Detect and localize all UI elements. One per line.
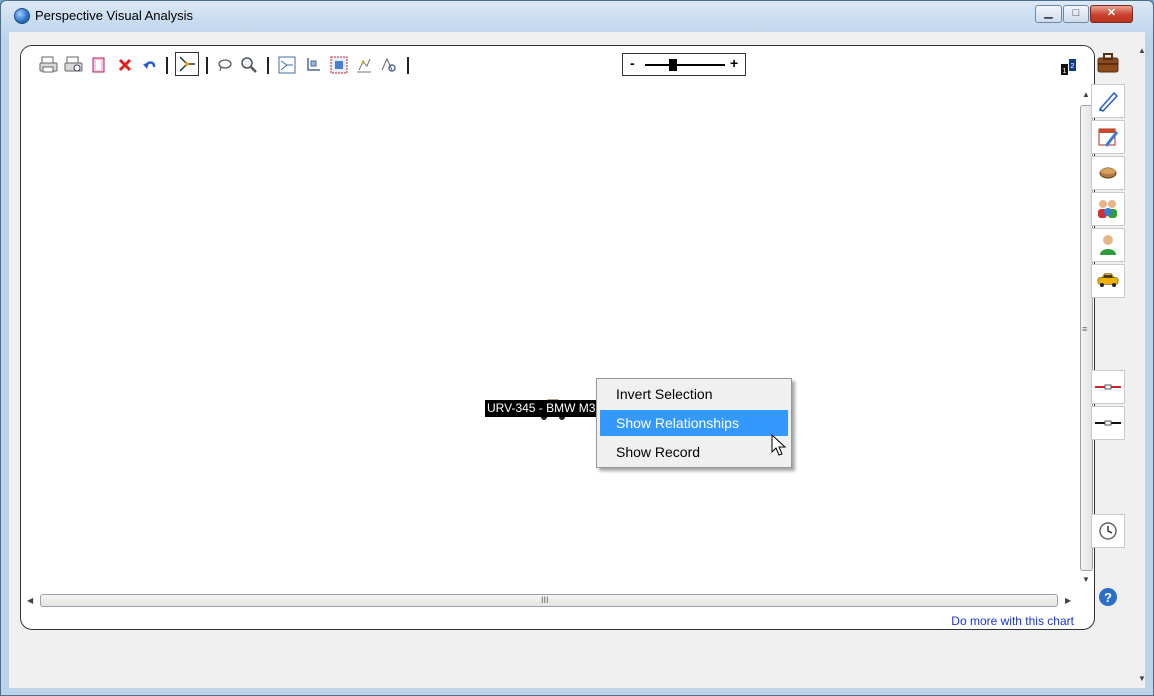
scroll-left-arrow[interactable]: ◀ — [27, 596, 33, 605]
person-icon[interactable] — [1091, 228, 1125, 262]
zoom-track — [645, 64, 725, 66]
zoom-thumb[interactable] — [669, 59, 677, 71]
mouse-cursor-icon — [771, 433, 791, 458]
toolbar-separator — [166, 57, 168, 74]
toolbar-separator — [407, 57, 409, 74]
globe-icon — [14, 8, 30, 24]
svg-text:2: 2 — [1071, 63, 1075, 70]
window-title: Perspective Visual Analysis — [35, 8, 194, 23]
horizontal-scroll-thumb[interactable] — [40, 594, 1058, 607]
vertical-grip: ≡ — [1082, 324, 1088, 334]
do-more-link[interactable]: Do more with this chart — [951, 614, 1074, 628]
briefcase-icon[interactable] — [1091, 46, 1125, 80]
object-icon[interactable] — [1091, 156, 1125, 190]
title-bar[interactable]: Perspective Visual Analysis ▁ □ ✕ — [1, 1, 1153, 31]
print-icon[interactable] — [39, 55, 59, 75]
svg-text:?: ? — [1104, 590, 1112, 605]
close-button[interactable]: ✕ — [1090, 5, 1133, 23]
print-preview-icon[interactable] — [64, 55, 84, 75]
window-scrollbar[interactable]: ▲ ▼ — [1137, 38, 1147, 688]
application-window: Perspective Visual Analysis ▁ □ ✕ - + 1 … — [0, 0, 1154, 696]
chart-panel: - + 12 URV-345 - BMW M3 ▲ ≡ ▼ ◀ III ▶ Do… — [20, 45, 1095, 630]
toolbar-separator — [206, 57, 208, 74]
page-layout-icon[interactable]: 12 — [1059, 57, 1079, 77]
layout-icon[interactable] — [277, 55, 297, 75]
select-all-icon[interactable] — [329, 55, 349, 75]
clock-icon[interactable] — [1091, 514, 1125, 548]
entity-sidebar: ? — [1091, 46, 1127, 646]
scroll-down-arrow[interactable]: ▼ — [1082, 575, 1090, 584]
window-scroll-down-arrow[interactable]: ▼ — [1138, 674, 1146, 683]
zoom-slider[interactable]: - + — [622, 53, 746, 76]
maximize-button[interactable]: □ — [1063, 5, 1089, 23]
car-icon[interactable] — [1091, 264, 1125, 298]
chart-toolbar: - + 12 — [21, 46, 1094, 84]
zoom-out-label[interactable]: - — [630, 55, 635, 71]
undo-icon[interactable] — [140, 55, 160, 75]
arrange-icon[interactable] — [303, 55, 323, 75]
horizontal-grip: III — [541, 595, 549, 605]
find-icon[interactable] — [379, 55, 399, 75]
red-link-icon[interactable] — [1091, 370, 1125, 404]
menu-item-show-relationships[interactable]: Show Relationships — [600, 410, 788, 436]
delete-icon[interactable] — [115, 55, 135, 75]
pencil-icon[interactable] — [1091, 84, 1125, 118]
group-icon[interactable] — [1091, 192, 1125, 226]
scroll-right-arrow[interactable]: ▶ — [1065, 596, 1071, 605]
analyze-icon[interactable] — [354, 55, 374, 75]
select-mode-icon[interactable] — [175, 52, 199, 76]
minimize-button[interactable]: ▁ — [1035, 5, 1062, 23]
lasso-icon[interactable] — [215, 55, 235, 75]
menu-item-show-record[interactable]: Show Record — [600, 439, 788, 465]
chart-canvas[interactable]: URV-345 - BMW M3 — [21, 84, 1079, 592]
menu-item-invert-selection[interactable]: Invert Selection — [600, 381, 788, 407]
node-label[interactable]: URV-345 - BMW M3 — [485, 400, 598, 417]
black-link-icon[interactable] — [1091, 406, 1125, 440]
window-scroll-up-arrow[interactable]: ▲ — [1138, 46, 1146, 55]
zoom-to-selection-icon[interactable] — [239, 55, 259, 75]
copy-icon[interactable] — [89, 55, 109, 75]
client-area: - + 12 URV-345 - BMW M3 ▲ ≡ ▼ ◀ III ▶ Do… — [9, 32, 1147, 688]
context-menu: Invert Selection Show Relationships Show… — [596, 378, 792, 468]
help-icon[interactable]: ? — [1091, 580, 1125, 614]
toolbar-separator — [267, 57, 269, 74]
svg-text:1: 1 — [1063, 68, 1067, 75]
scroll-up-arrow[interactable]: ▲ — [1082, 90, 1090, 99]
zoom-in-label[interactable]: + — [730, 55, 738, 71]
calendar-icon[interactable] — [1091, 120, 1125, 154]
horizontal-scrollbar[interactable]: ◀ III ▶ — [21, 592, 1079, 609]
